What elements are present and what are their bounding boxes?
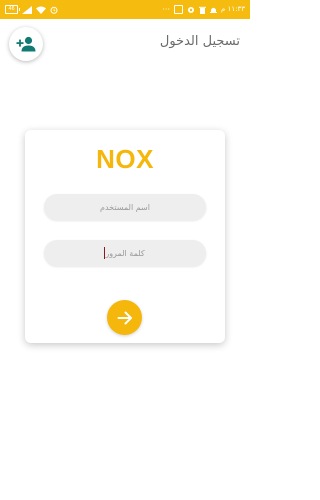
settings-icon xyxy=(188,6,195,13)
add-user-button[interactable] xyxy=(9,27,43,61)
password-field-container[interactable] xyxy=(44,240,206,266)
trash-icon xyxy=(199,6,207,14)
app-logo: NOX xyxy=(96,144,154,174)
notification-icon xyxy=(174,5,184,14)
login-submit-button[interactable] xyxy=(107,300,142,335)
signal-icon xyxy=(22,5,32,14)
login-card: NOX xyxy=(25,130,225,343)
notification-bell-icon xyxy=(210,7,218,13)
status-left-icons: 46 xyxy=(5,4,58,15)
username-field-container[interactable] xyxy=(44,194,206,220)
username-field[interactable] xyxy=(44,194,206,220)
password-field[interactable] xyxy=(44,240,206,266)
add-user-icon xyxy=(16,36,36,52)
status-bar: 46 ··· ١١:٣٣ م xyxy=(0,0,250,19)
battery-icon: 46 xyxy=(5,5,20,14)
battery-level: 46 xyxy=(8,6,15,12)
arrow-right-icon xyxy=(117,311,132,324)
more-dots-icon: ··· xyxy=(162,5,171,14)
alarm-icon xyxy=(50,6,58,14)
page-title: تسجيل الدخول xyxy=(159,34,240,49)
wifi-icon xyxy=(36,6,46,14)
status-right-icons: ··· ١١:٣٣ م xyxy=(162,4,245,15)
text-cursor xyxy=(104,247,105,259)
status-time: ١١:٣٣ م xyxy=(221,5,245,13)
